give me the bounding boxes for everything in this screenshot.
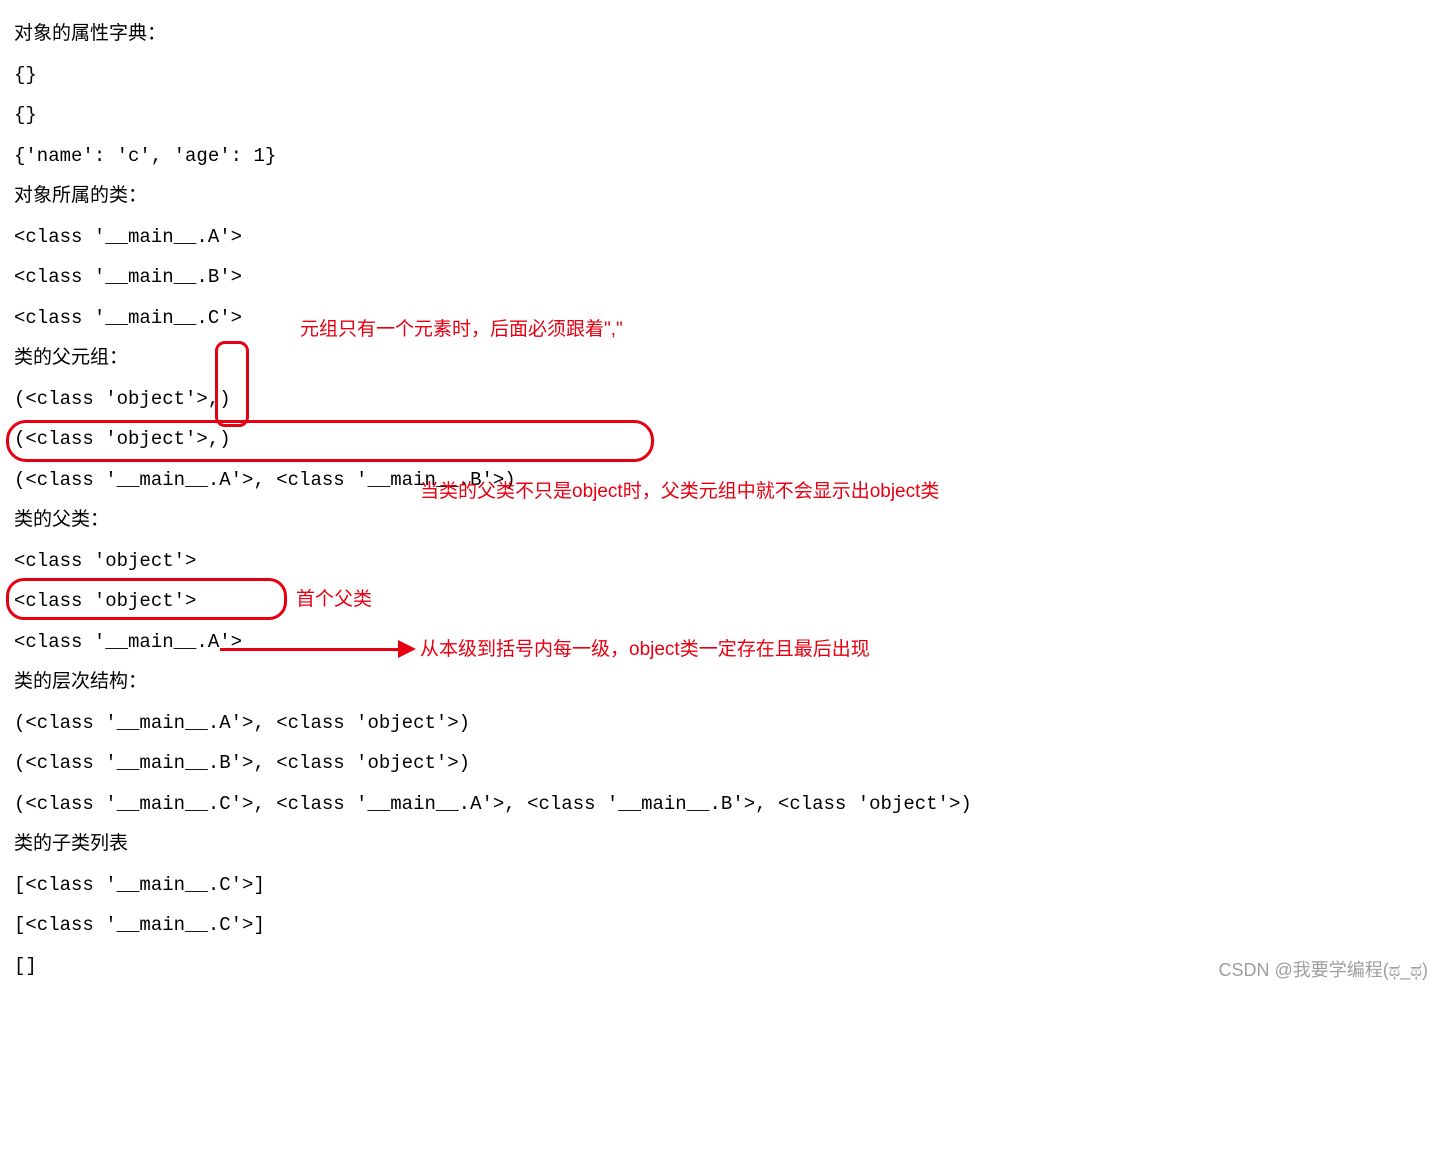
annotation-parent-object: 当类的父类不只是object时，父类元组中就不会显示出object类 [420,478,939,507]
watermark: CSDN @我要学编程(ಥ_ಥ) [1218,957,1428,984]
code-line: {} [14,95,1432,136]
code-line: <class 'object'> [14,541,1432,582]
annotation-mro: 从本级到括号内每一级，object类一定存在且最后出现 [420,636,870,665]
code-line: (<class '__main__.C'>, <class '__main__.… [14,784,1432,825]
code-line: 对象的属性字典： [14,14,1432,55]
code-line: (<class '__main__.A'>, <class 'object'>) [14,703,1432,744]
code-line: {} [14,55,1432,96]
code-line: [<class '__main__.C'>] [14,905,1432,946]
code-line: 对象所属的类： [14,176,1432,217]
code-line: <class '__main__.C'> [14,298,1432,339]
code-line: {'name': 'c', 'age': 1} [14,136,1432,177]
code-line: [<class '__main__.C'>] [14,865,1432,906]
code-line: <class '__main__.B'> [14,257,1432,298]
code-line: (<class '__main__.B'>, <class 'object'>) [14,743,1432,784]
code-line: <class '__main__.A'> [14,217,1432,258]
highlight-box-first-parent [6,578,287,620]
annotation-tuple-comma: 元组只有一个元素时，后面必须跟着"," [300,316,623,345]
highlight-box-comma [215,341,249,427]
code-line: 类的层次结构： [14,662,1432,703]
highlight-box-tuple [6,420,654,462]
code-line: 类的子类列表 [14,824,1432,865]
annotation-first-parent: 首个父类 [296,586,372,615]
